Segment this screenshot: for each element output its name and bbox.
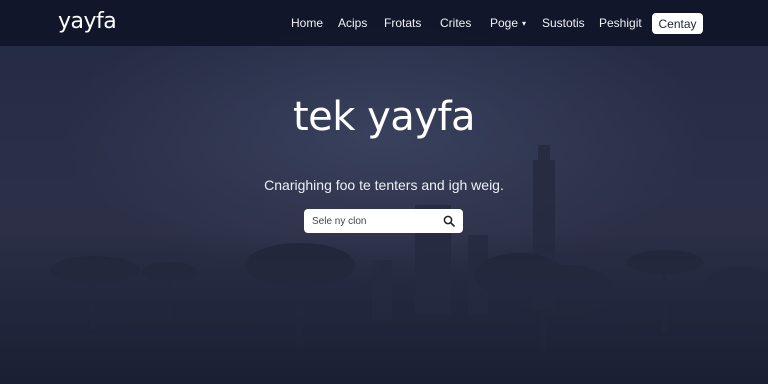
cta-button[interactable]: Centay <box>652 13 703 34</box>
nav-item-acips[interactable]: Acips <box>338 16 367 30</box>
nav-item-poge-label: Poge <box>490 16 519 30</box>
landing-page: yayfa Home Acips Frotats Crites Poge ▾ S… <box>0 0 768 384</box>
nav-item-peshigit[interactable]: Peshigit <box>599 16 642 30</box>
top-navbar: yayfa Home Acips Frotats Crites Poge ▾ S… <box>0 0 768 46</box>
brand-logo[interactable]: yayfa <box>58 9 117 34</box>
nav-item-crites[interactable]: Crites <box>440 16 471 30</box>
caret-down-icon: ▾ <box>522 18 527 28</box>
search-bar <box>304 209 463 233</box>
nav-item-sustotis[interactable]: Sustotis <box>542 16 585 30</box>
hero-title: tek yayfa <box>292 94 476 140</box>
nav-item-frotats[interactable]: Frotats <box>384 16 421 30</box>
search-input[interactable] <box>312 215 432 227</box>
magnifier-icon[interactable] <box>443 215 455 227</box>
nav-item-home[interactable]: Home <box>291 16 323 30</box>
hero-subtitle: Cnarighing foo te tenters and igh weig. <box>264 177 504 193</box>
nav-item-poge[interactable]: Poge ▾ <box>490 16 526 30</box>
